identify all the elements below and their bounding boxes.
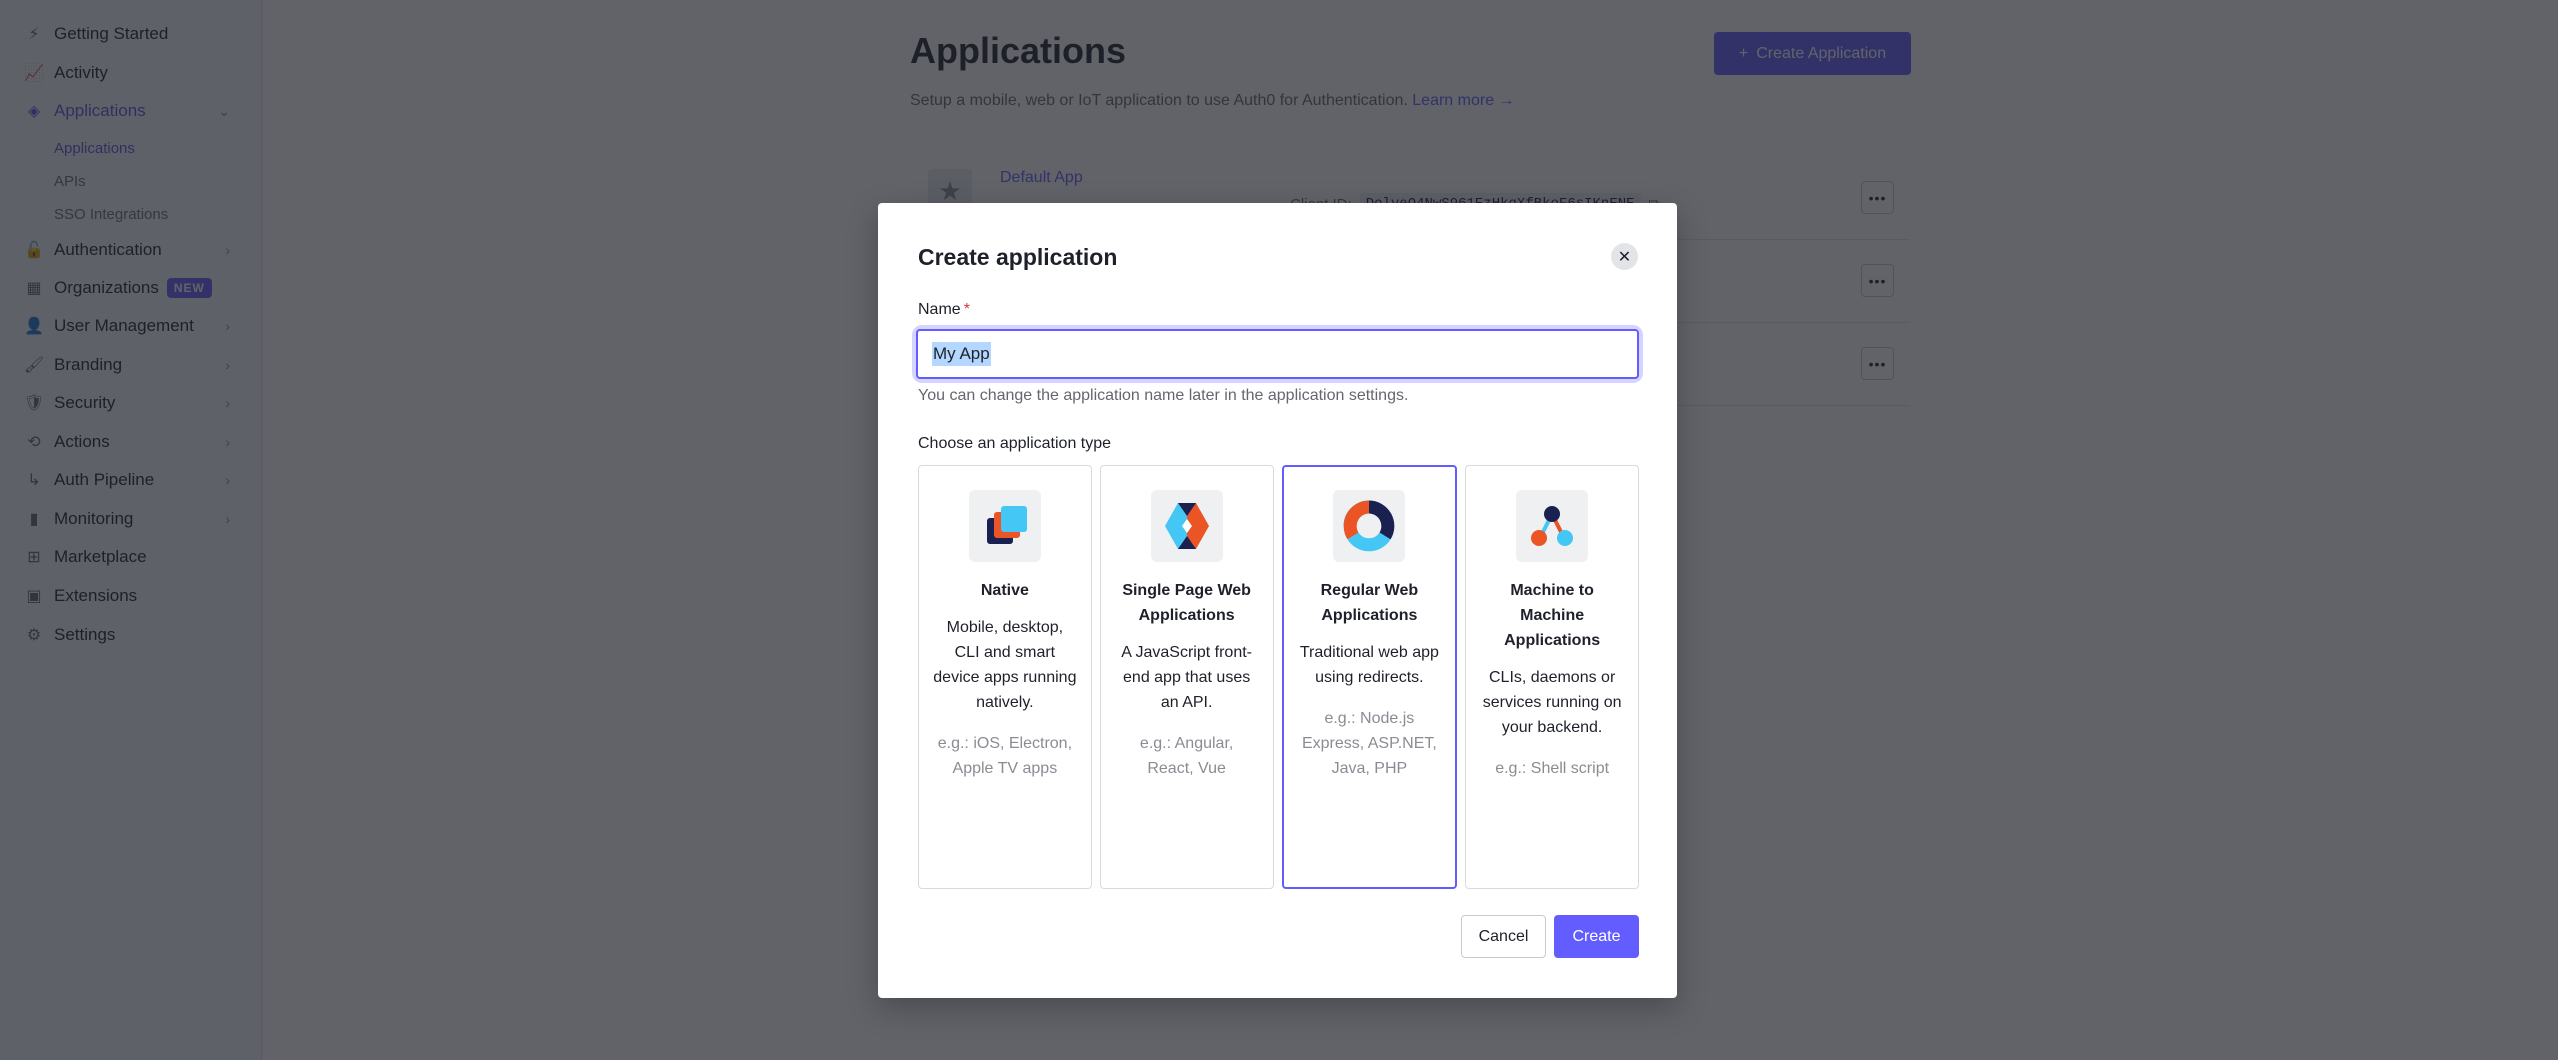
app-type-spa[interactable]: Single Page Web Applications A JavaScrip…	[1099, 465, 1274, 889]
app-type-native[interactable]: Native Mobile, desktop, CLI and smart de…	[918, 465, 1092, 889]
card-title: Single Page Web Applications	[1122, 582, 1251, 624]
modal-title: Create application	[918, 244, 1118, 270]
name-hint: You can change the application name late…	[918, 387, 1409, 404]
name-input[interactable]: My App	[916, 329, 1639, 379]
create-application-modal: Create application ✕ Name * My App You ca…	[878, 203, 1677, 998]
card-examples: e.g.: Shell script	[1495, 760, 1610, 777]
card-description: A JavaScript front-end app that uses an …	[1121, 644, 1252, 711]
card-examples: e.g.: iOS, Electron, Apple TV apps	[937, 735, 1073, 777]
close-icon: ✕	[1617, 248, 1632, 266]
name-label: Name *	[918, 301, 970, 319]
card-description: Traditional web app using redirects.	[1299, 644, 1439, 686]
card-title: Regular Web Applications	[1320, 582, 1419, 624]
spa-icon	[1150, 490, 1223, 562]
app-type-options: Native Mobile, desktop, CLI and smart de…	[918, 465, 1639, 889]
close-button[interactable]: ✕	[1611, 243, 1638, 270]
card-title: Native	[980, 582, 1029, 599]
name-input-value: My App	[932, 342, 991, 366]
m2m-icon	[1516, 490, 1589, 562]
card-description: CLIs, daemons or services running on you…	[1482, 669, 1622, 736]
native-icon	[968, 490, 1041, 562]
app-type-m2m[interactable]: Machine to Machine Applications CLIs, da…	[1465, 465, 1639, 889]
app-root: ⚡ Getting Started 📈 Activity ◈ Applicati…	[0, 0, 2558, 1060]
cancel-button[interactable]: Cancel	[1461, 915, 1546, 958]
card-title: Machine to Machine Applications	[1504, 582, 1601, 649]
required-mark: *	[963, 301, 970, 318]
name-input-focus-ring: My App	[916, 329, 1639, 379]
regular-web-icon	[1333, 490, 1406, 562]
create-button[interactable]: Create	[1554, 915, 1639, 958]
card-description: Mobile, desktop, CLI and smart device ap…	[933, 619, 1077, 711]
app-type-label: Choose an application type	[918, 435, 1112, 452]
card-examples: e.g.: Node.js Express, ASP.NET, Java, PH…	[1301, 710, 1437, 777]
card-examples: e.g.: Angular, React, Vue	[1139, 735, 1234, 777]
name-label-text: Name	[918, 301, 961, 318]
app-type-regular-web[interactable]: Regular Web Applications Traditional web…	[1281, 465, 1458, 889]
